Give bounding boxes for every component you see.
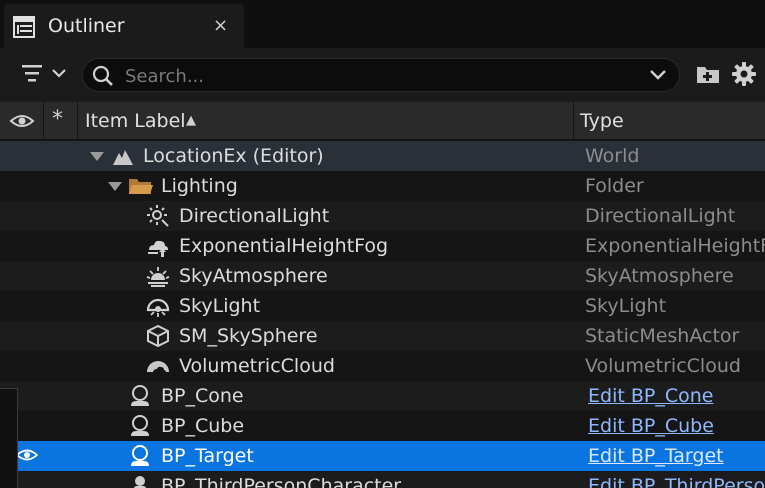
outliner-icon	[13, 16, 35, 38]
add-folder-icon[interactable]	[695, 62, 721, 86]
column-type[interactable]: Type	[574, 102, 765, 140]
type-header: Type	[580, 110, 624, 132]
column-header: * Item Label ▲ Type	[0, 102, 765, 140]
row-type: VolumetricCloud	[585, 355, 741, 377]
eye-icon[interactable]	[16, 447, 38, 463]
world-icon	[113, 150, 133, 165]
row-type: StaticMeshActor	[585, 325, 740, 347]
tree-row-bp-cube[interactable]: BP_Cube Edit BP_Cube	[0, 411, 765, 441]
row-label: BP_Cone	[161, 385, 244, 407]
row-label: SkyAtmosphere	[179, 265, 328, 287]
side-panel-edge	[0, 388, 18, 488]
toolbar	[0, 48, 765, 102]
row-label: BP_ThirdPersonCharacter	[161, 475, 402, 488]
tab-title: Outliner	[48, 15, 125, 37]
row-label: Lighting	[161, 175, 238, 197]
directional-light-icon	[147, 205, 169, 227]
tree-row-sm-skysphere[interactable]: SM_SkySphere StaticMeshActor	[0, 321, 765, 351]
close-icon[interactable]: ×	[213, 15, 228, 36]
edit-blueprint-link[interactable]: Edit BP_Target	[588, 445, 724, 467]
tree-row-bp-cone[interactable]: BP_Cone Edit BP_Cone	[0, 381, 765, 411]
row-type: SkyLight	[585, 295, 667, 317]
filter-button[interactable]	[16, 60, 72, 90]
eye-icon	[9, 115, 35, 127]
item-label-header: Item Label	[85, 110, 186, 132]
tree-row-volumetriccloud[interactable]: VolumetricCloud VolumetricCloud	[0, 351, 765, 381]
row-label: ExponentialHeightFog	[179, 235, 389, 257]
row-label: VolumetricCloud	[179, 355, 335, 377]
tree-row-skyatmosphere[interactable]: SkyAtmosphere SkyAtmosphere	[0, 261, 765, 291]
expand-arrow-icon[interactable]	[108, 182, 122, 191]
row-type: SkyAtmosphere	[585, 265, 734, 287]
pinned-column-label: *	[52, 107, 63, 132]
tree-row-exponentialheightfog[interactable]: ExponentialHeightFog ExponentialHeightFo…	[0, 231, 765, 261]
chevron-down-icon[interactable]	[649, 68, 667, 82]
edit-blueprint-link[interactable]: Edit BP_ThirdPersonCharacter	[588, 475, 765, 488]
gear-icon[interactable]	[731, 61, 757, 87]
sky-atmosphere-icon	[146, 267, 170, 287]
pawn-icon	[131, 445, 149, 466]
filter-icon	[22, 65, 66, 82]
column-pinned[interactable]: *	[44, 102, 78, 140]
tab-outliner[interactable]: Outliner ×	[4, 4, 244, 48]
row-type: Folder	[585, 175, 644, 197]
tab-bar: Outliner ×	[0, 0, 765, 48]
row-label: BP_Cube	[161, 415, 245, 437]
character-icon	[134, 476, 146, 488]
folder-icon	[129, 179, 153, 194]
row-label: SM_SkySphere	[179, 325, 318, 347]
row-label: BP_Target	[161, 445, 254, 467]
tree-row-world[interactable]: LocationEx (Editor) World	[0, 141, 765, 171]
search-box	[82, 58, 680, 92]
skylight-icon	[146, 298, 170, 317]
fog-icon	[148, 240, 168, 257]
edit-blueprint-link[interactable]: Edit BP_Cube	[588, 415, 714, 437]
row-type: World	[585, 145, 640, 167]
column-visibility[interactable]	[0, 102, 44, 140]
row-label: SkyLight	[179, 295, 261, 317]
tree-row-skylight[interactable]: SkyLight SkyLight	[0, 291, 765, 321]
row-type: DirectionalLight	[585, 205, 736, 227]
static-mesh-icon	[147, 324, 169, 348]
search-icon	[92, 65, 113, 86]
sort-ascending-icon: ▲	[186, 113, 196, 128]
column-item-label[interactable]: Item Label ▲	[78, 102, 574, 140]
expand-arrow-icon[interactable]	[90, 152, 104, 161]
row-label: DirectionalLight	[179, 205, 330, 227]
row-label: LocationEx (Editor)	[143, 145, 324, 167]
row-type: ExponentialHeightFog	[585, 235, 765, 257]
tree-row-lighting[interactable]: Lighting Folder	[0, 171, 765, 201]
tree-row-bp-thirdpersoncharacter[interactable]: BP_ThirdPersonCharacter Edit BP_ThirdPer…	[0, 471, 765, 488]
search-input[interactable]	[123, 63, 647, 89]
pawn-icon	[131, 415, 149, 436]
outliner-tree: LocationEx (Editor) World Lighting Folde…	[0, 141, 765, 488]
cloud-icon	[147, 361, 169, 373]
edit-blueprint-link[interactable]: Edit BP_Cone	[588, 385, 713, 407]
pawn-icon	[131, 385, 149, 406]
tree-row-bp-target[interactable]: BP_Target Edit BP_Target	[18, 441, 765, 471]
tree-row-directionallight[interactable]: DirectionalLight DirectionalLight	[0, 201, 765, 231]
